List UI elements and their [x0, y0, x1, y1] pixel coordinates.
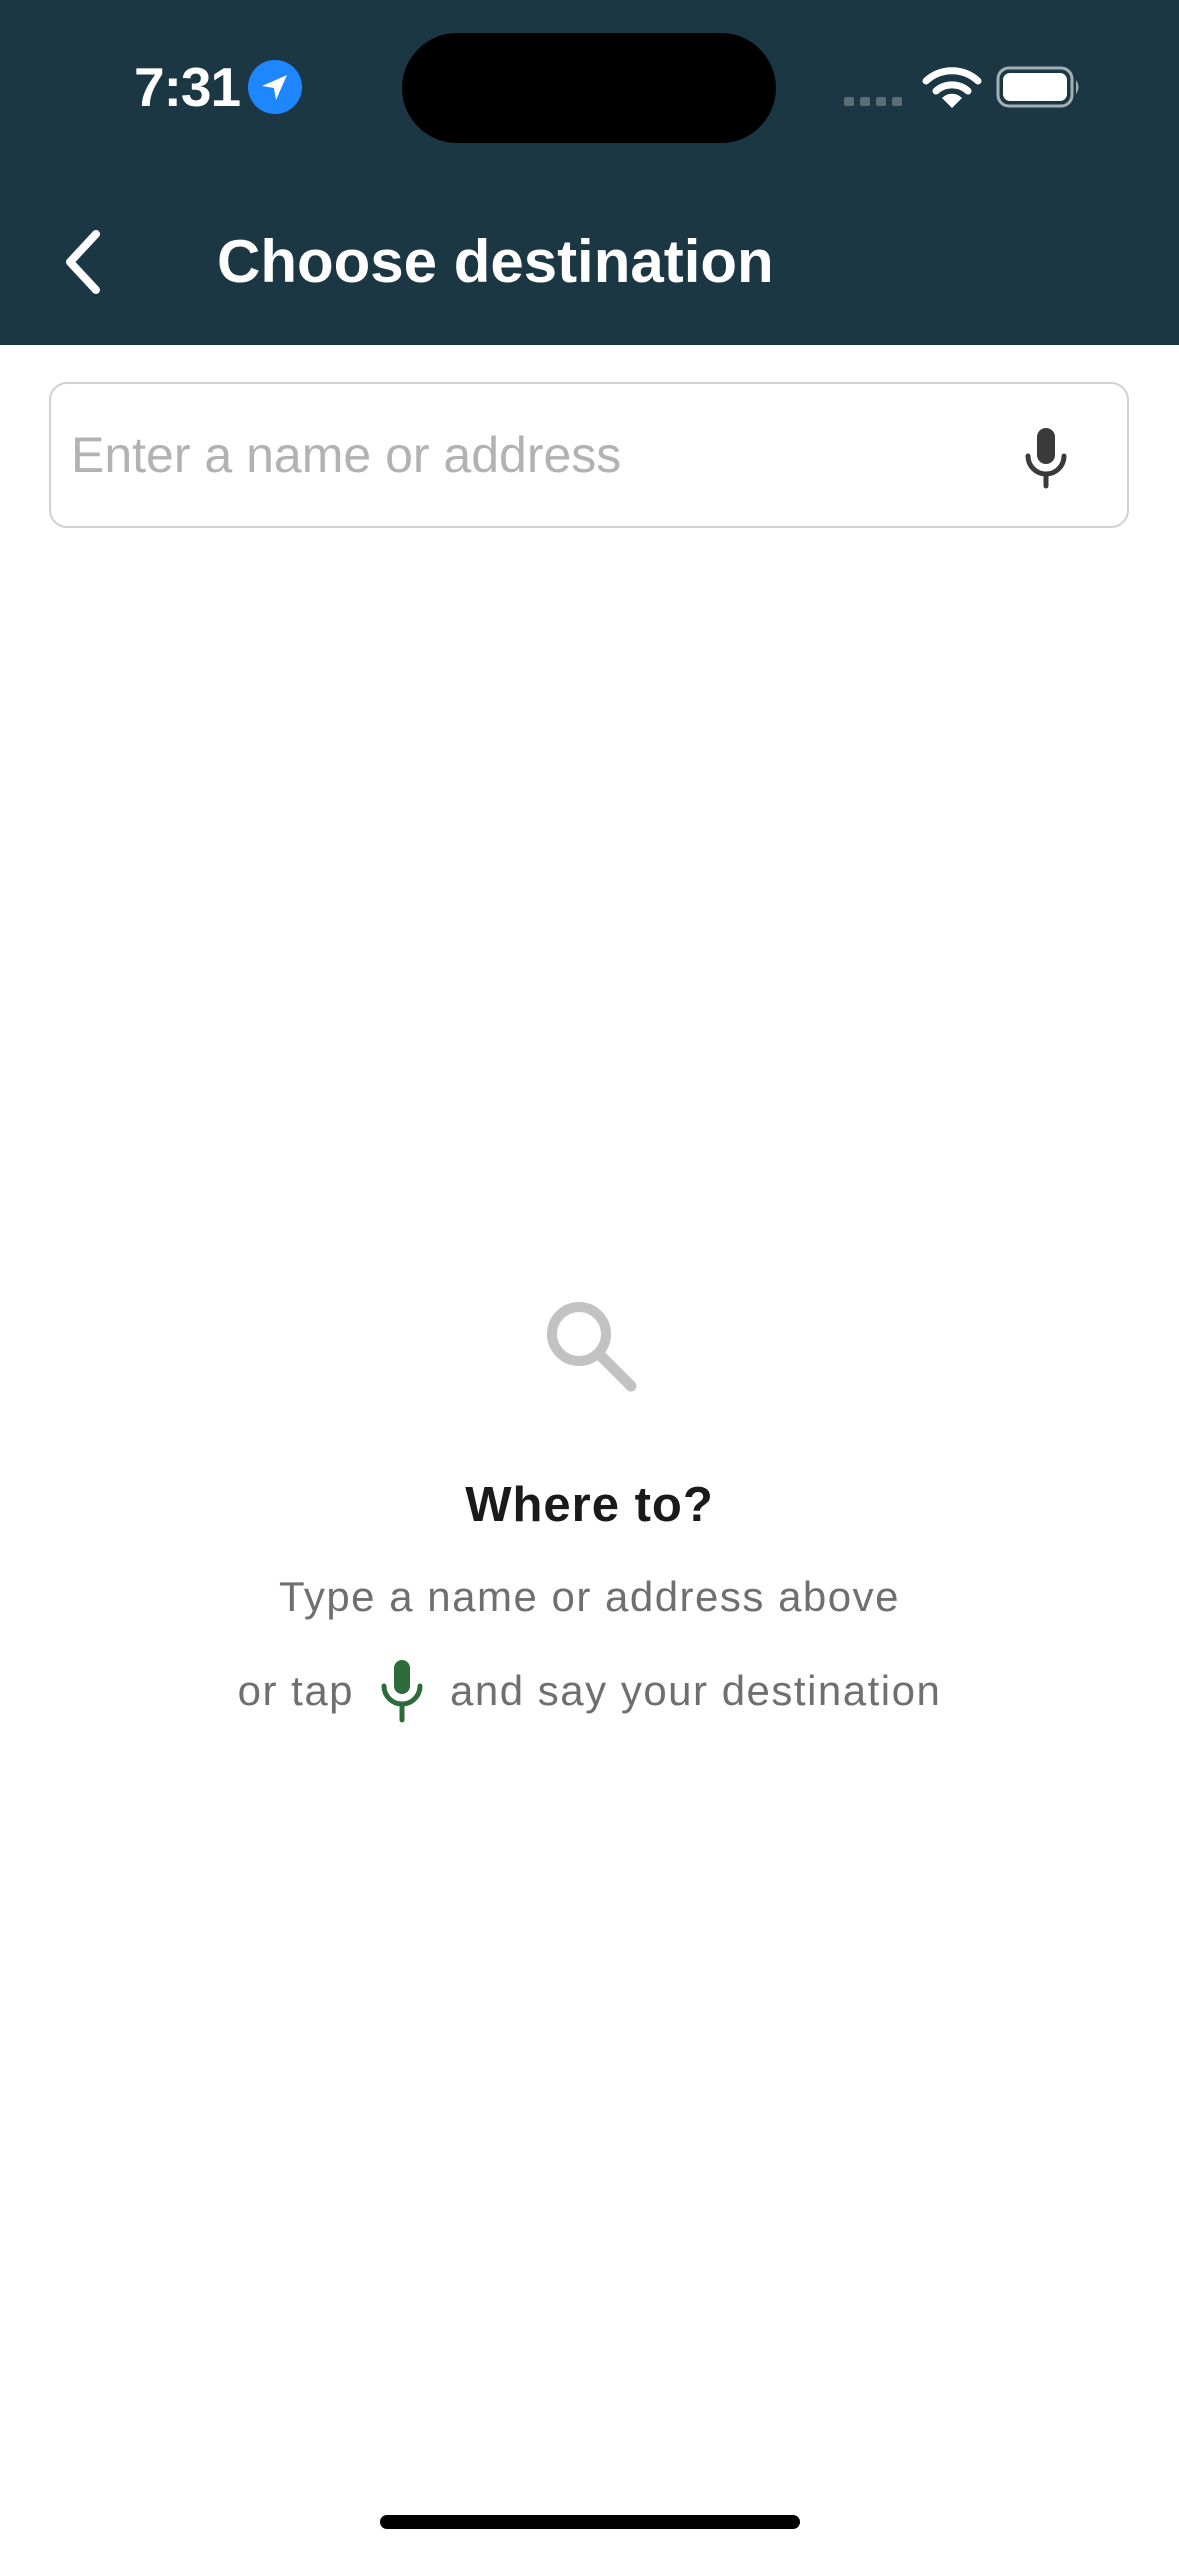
empty-state-voice-hint: or tap and say your destination [0, 1656, 1179, 1726]
magnifier-icon [547, 1302, 637, 1392]
battery-icon [996, 66, 1079, 108]
status-time-group: 7:31 [134, 52, 303, 122]
wifi-icon [922, 67, 982, 108]
page-title: Choose destination [217, 228, 774, 295]
search-input[interactable] [71, 384, 991, 526]
chevron-left-icon [66, 230, 100, 294]
back-button[interactable] [52, 222, 116, 302]
empty-state-hint: Type a name or address above [278, 1573, 901, 1620]
dynamic-island [402, 33, 776, 143]
microphone-icon [1025, 428, 1067, 489]
search-box [49, 382, 1129, 528]
home-indicator [380, 2515, 800, 2529]
voice-hint-prefix: or tap [237, 1667, 355, 1714]
app-header: 7:31 Choose destination [0, 0, 1179, 345]
cellular-signal-icon [844, 97, 902, 106]
status-time: 7:31 [134, 56, 241, 118]
voice-hint-suffix: and say your destination [450, 1667, 942, 1714]
voice-search-button[interactable] [1006, 418, 1086, 498]
location-arrow-icon [248, 60, 303, 114]
empty-state-title: Where to? [465, 1478, 714, 1532]
microphone-icon [381, 1660, 423, 1723]
